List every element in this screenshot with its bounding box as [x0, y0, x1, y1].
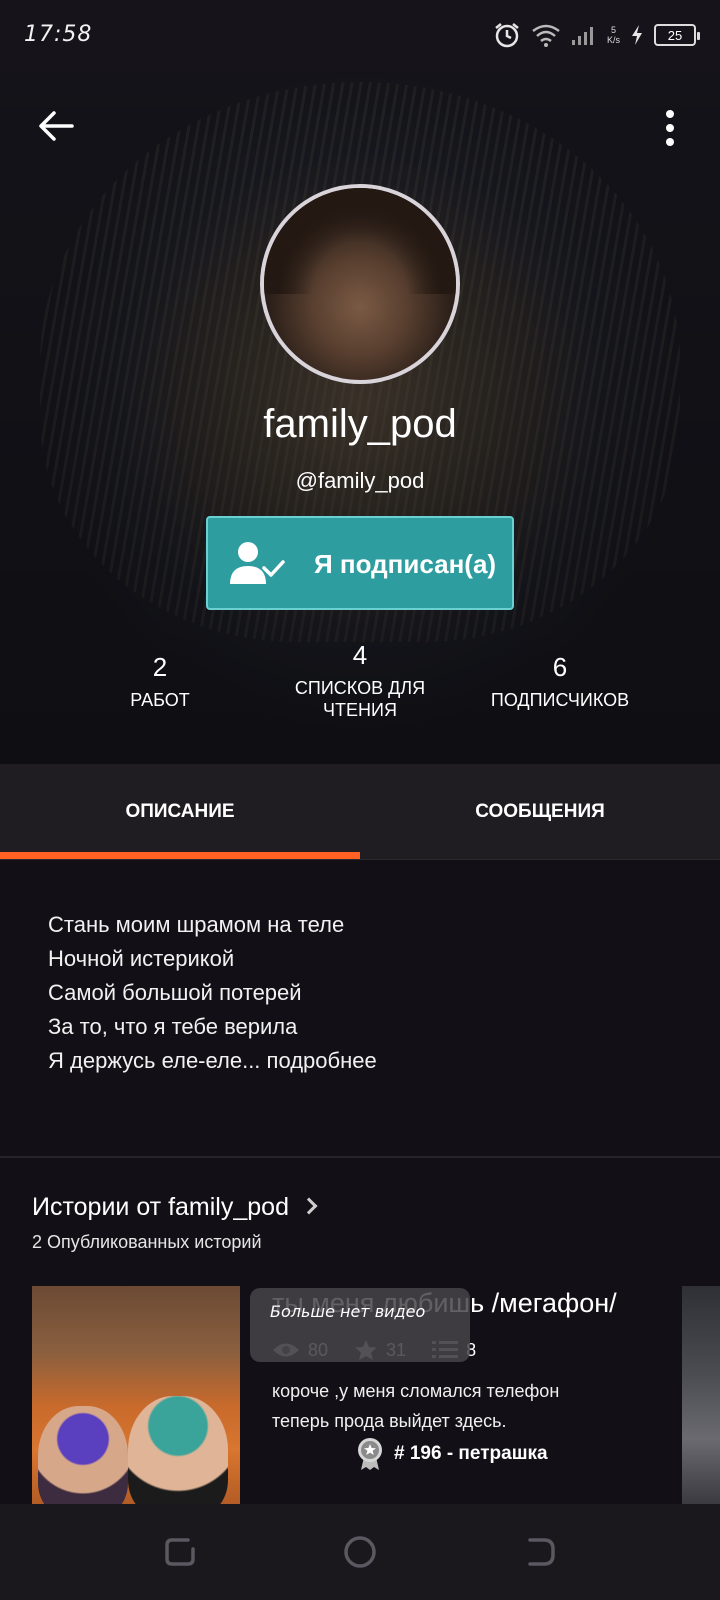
wifi-icon: [532, 24, 560, 47]
story-description-line: короче ,у меня сломался телефон: [272, 1381, 560, 1401]
profile-stats: 2 РАБОТ 4 СПИСКОВ ДЛЯ ЧТЕНИЯ 6 ПОДПИСЧИК…: [0, 640, 720, 732]
active-tab-indicator: [0, 852, 360, 859]
profile-display-name: family_pod: [263, 402, 457, 446]
description-line: Стань моим шрамом на теле: [48, 912, 345, 937]
description-line: Самой большой потерей: [48, 980, 302, 1005]
next-story-cover[interactable]: [682, 1286, 720, 1504]
story-cover[interactable]: [32, 1286, 240, 1504]
net-speed: 5 K/s: [607, 25, 620, 45]
description-line: Я держусь еле-еле... подробнее: [48, 1048, 377, 1073]
more-options-icon[interactable]: [664, 108, 676, 148]
description-line: Ночной истерикой: [48, 946, 235, 971]
no-more-video-overlay: Больше нет видео: [250, 1288, 470, 1362]
status-bar: 17:58 5 K/s 25: [0, 0, 720, 72]
stat-followers-value: 6: [552, 652, 568, 682]
home-icon[interactable]: [342, 1534, 378, 1570]
stat-works-value: 2: [152, 652, 168, 682]
charging-icon: [632, 25, 642, 45]
profile-tabs: ОПИСАНИЕ СООБЩЕНИЯ: [0, 764, 720, 860]
following-button-label: Я подписан(а): [314, 549, 497, 579]
stories-section-title: Истории от family_pod: [32, 1193, 289, 1221]
story-rank[interactable]: # 196 - петрашка: [356, 1436, 548, 1472]
stat-works-label: РАБОТ: [130, 690, 190, 710]
avatar[interactable]: [260, 184, 460, 384]
stat-reading-lists[interactable]: 4 СПИСКОВ ДЛЯ ЧТЕНИЯ: [270, 640, 450, 721]
recent-apps-icon[interactable]: [162, 1534, 198, 1570]
battery-icon: 25: [654, 24, 700, 46]
signal-icon: [571, 27, 593, 45]
description-line: За то, что я тебе верила: [48, 1014, 298, 1039]
stories-section-header[interactable]: Истории от family_pod: [32, 1193, 318, 1222]
tab-description[interactable]: ОПИСАНИЕ: [0, 764, 360, 860]
stat-works[interactable]: 2 РАБОТ: [70, 652, 250, 711]
status-icons: 5 K/s 25: [493, 20, 700, 50]
story-description-line: теперь прода выйдет здесь.: [272, 1411, 507, 1431]
profile-handle: @family_pod: [295, 468, 425, 493]
stat-followers-label: ПОДПИСЧИКОВ: [490, 690, 630, 710]
profile-description[interactable]: Стань моим шрамом на теле Ночной истерик…: [48, 908, 688, 1078]
stat-followers[interactable]: 6 ПОДПИСЧИКОВ: [470, 652, 650, 711]
stat-reading-lists-label: СПИСКОВ ДЛЯ ЧТЕНИЯ: [294, 678, 426, 720]
net-speed-value: 5: [610, 25, 616, 35]
rank-badge-icon: [358, 1438, 382, 1470]
status-time: 17:58: [24, 22, 93, 47]
tab-messages[interactable]: СООБЩЕНИЯ: [360, 764, 720, 860]
stat-reading-lists-value: 4: [352, 640, 368, 670]
tab-divider: [0, 859, 720, 860]
following-button[interactable]: Я подписан(а): [206, 516, 514, 610]
user-check-icon: [230, 542, 285, 584]
net-speed-unit: K/s: [606, 35, 620, 45]
back-nav-icon[interactable]: [522, 1534, 558, 1570]
system-navigation-bar: [0, 1504, 720, 1600]
story-description: короче ,у меня сломался телефон теперь п…: [272, 1376, 672, 1436]
back-arrow-icon[interactable]: [36, 106, 76, 146]
story-rank-label: # 196 - петрашка: [394, 1443, 548, 1464]
stories-count: 2 Опубликованных историй: [32, 1232, 262, 1252]
chevron-right-icon: [300, 1197, 318, 1215]
section-divider: [0, 1156, 720, 1158]
alarm-icon: [495, 23, 519, 48]
